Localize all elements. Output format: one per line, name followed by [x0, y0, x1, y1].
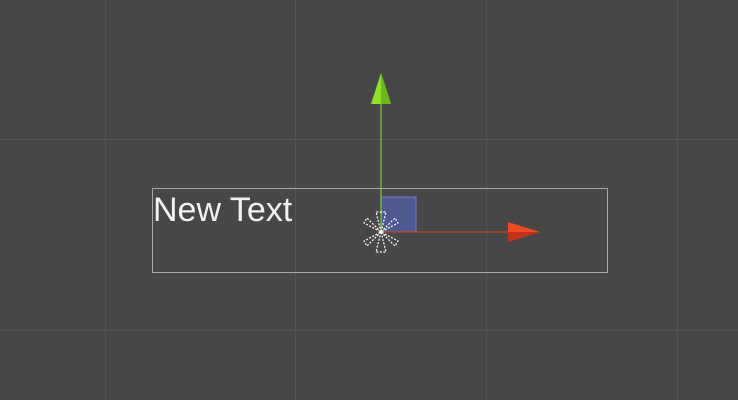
move-gizmo[interactable]	[0, 0, 738, 400]
x-axis-arrow-shade	[508, 232, 540, 242]
y-axis-arrow-shade	[381, 73, 391, 104]
scene-view[interactable]: New Text	[0, 0, 738, 400]
